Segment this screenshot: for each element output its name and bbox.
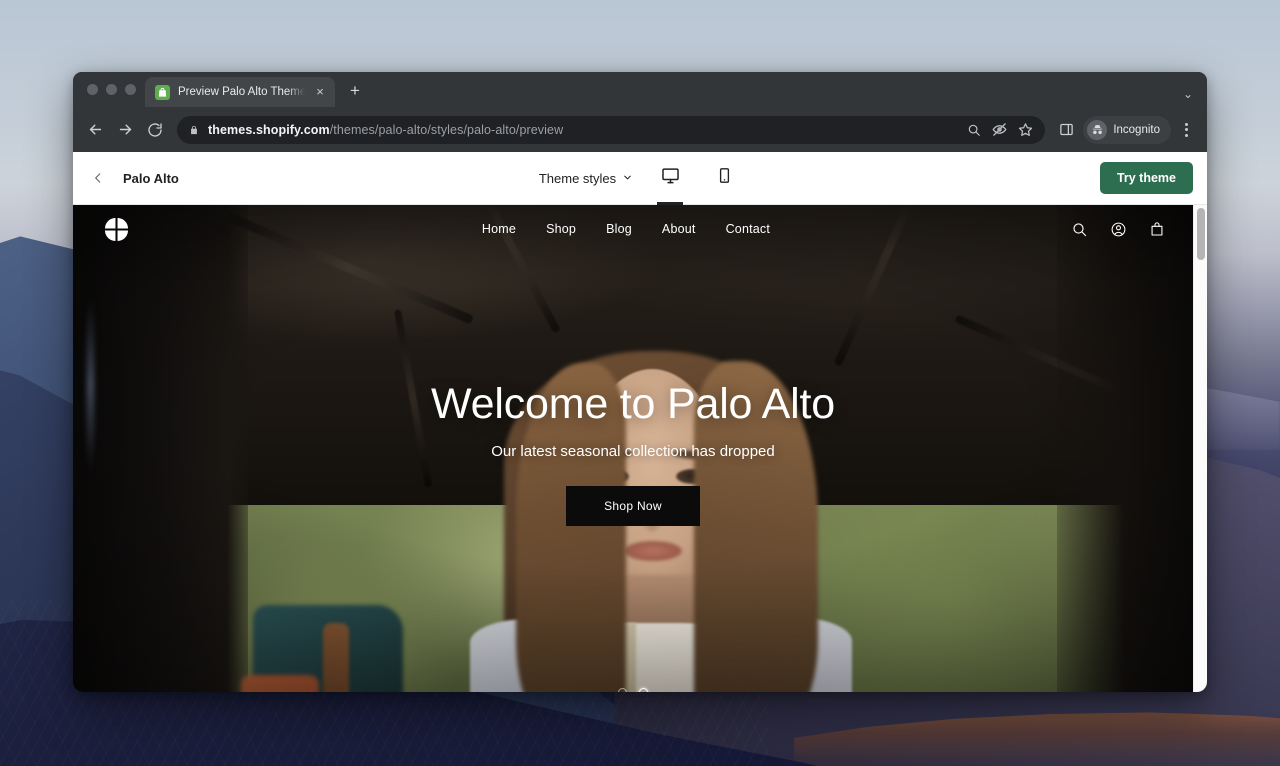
menu-dot — [1184, 128, 1188, 131]
chevron-left-icon[interactable] — [87, 167, 109, 189]
nav-item-home[interactable]: Home — [482, 222, 516, 236]
url-path: /themes/palo-alto/styles/palo-alto/previ… — [329, 122, 564, 137]
reload-button[interactable] — [141, 116, 169, 144]
preview-bar-left: Palo Alto — [87, 167, 179, 189]
device-toggle-desktop[interactable] — [653, 152, 687, 205]
mobile-phone-icon — [716, 167, 733, 189]
search-icon[interactable] — [1071, 221, 1088, 238]
account-icon[interactable] — [1110, 221, 1127, 238]
window-minimize-button[interactable] — [106, 84, 117, 95]
eye-slash-icon[interactable] — [992, 122, 1007, 137]
star-icon[interactable] — [1018, 122, 1033, 137]
hero-subheading: Our latest seasonal collection has dropp… — [491, 443, 775, 460]
desktop-monitor-icon — [661, 166, 680, 190]
browser-toolbar: themes.shopify.com/themes/palo-alto/styl… — [73, 107, 1207, 152]
browser-tab-strip: Preview Palo Alto Theme - Palo × + ⌄ — [73, 72, 1207, 107]
window-close-button[interactable] — [87, 84, 98, 95]
shopify-bag-icon — [155, 84, 170, 100]
preview-bar-center: Theme styles — [73, 152, 1207, 205]
toolbar-right-group: Incognito — [1053, 115, 1197, 144]
cart-bag-icon[interactable] — [1149, 221, 1165, 237]
profile-incognito-chip[interactable]: Incognito — [1083, 115, 1171, 144]
incognito-avatar-icon — [1087, 119, 1108, 140]
url-host: themes.shopify.com — [208, 122, 330, 137]
theme-styles-dropdown[interactable]: Theme styles — [539, 152, 633, 205]
chevron-down-icon[interactable]: ⌄ — [1183, 88, 1193, 100]
browser-window: Preview Palo Alto Theme - Palo × + ⌄ — [73, 72, 1207, 692]
four-petal-flower-logo[interactable] — [101, 214, 132, 245]
menu-dot — [1184, 122, 1188, 126]
carousel-dot-2[interactable] — [639, 688, 648, 692]
device-toggle-mobile[interactable] — [707, 152, 741, 205]
nav-item-contact[interactable]: Contact — [726, 222, 770, 236]
menu-dot — [1184, 133, 1188, 137]
hero-heading: Welcome to Palo Alto — [431, 380, 835, 428]
tab-close-icon[interactable]: × — [313, 85, 327, 99]
browser-tab[interactable]: Preview Palo Alto Theme - Palo × — [145, 77, 335, 107]
page-scrollbar[interactable] — [1193, 205, 1207, 692]
preview-bar-right: Try theme — [1099, 162, 1193, 194]
search-icon[interactable] — [967, 123, 981, 137]
address-bar[interactable]: themes.shopify.com/themes/palo-alto/styl… — [177, 115, 1046, 144]
window-maximize-button[interactable] — [125, 84, 136, 95]
storefront-nav: Home Shop Blog About Contact — [73, 222, 1179, 236]
desktop-wallpaper: Preview Palo Alto Theme - Palo × + ⌄ — [0, 0, 1280, 766]
three-dot-menu-icon[interactable] — [1175, 122, 1197, 137]
page-scrollbar-thumb[interactable] — [1197, 208, 1205, 260]
profile-label: Incognito — [1113, 123, 1160, 136]
hero-carousel-dots — [73, 688, 1193, 692]
storefront-utility-icons — [1071, 221, 1165, 238]
hero-content: Welcome to Palo Alto Our latest seasonal… — [73, 380, 1193, 526]
forward-button[interactable] — [111, 116, 139, 144]
chevron-down-icon — [622, 171, 633, 186]
theme-preview-bar: Palo Alto Theme styles Try theme — [73, 152, 1207, 205]
page-title: Palo Alto — [123, 170, 179, 186]
back-button[interactable] — [81, 116, 109, 144]
nav-item-blog[interactable]: Blog — [606, 222, 632, 236]
browser-tab-title: Preview Palo Alto Theme - Palo — [178, 86, 305, 98]
nav-item-about[interactable]: About — [662, 222, 696, 236]
side-panel-icon[interactable] — [1053, 117, 1079, 143]
omnibox-actions — [967, 122, 1035, 137]
lock-icon — [189, 124, 199, 136]
nav-item-shop[interactable]: Shop — [546, 222, 576, 236]
theme-preview-viewport: Home Shop Blog About Contact Welcome to … — [73, 205, 1207, 692]
carousel-dot-1[interactable] — [618, 688, 627, 692]
storefront-header: Home Shop Blog About Contact — [73, 205, 1193, 253]
theme-styles-label: Theme styles — [538, 170, 617, 186]
new-tab-button[interactable]: + — [342, 79, 368, 105]
window-traffic-lights — [83, 72, 145, 107]
shop-now-button[interactable]: Shop Now — [566, 486, 700, 526]
try-theme-button[interactable]: Try theme — [1099, 162, 1193, 194]
url-text: themes.shopify.com/themes/palo-alto/styl… — [208, 123, 958, 137]
